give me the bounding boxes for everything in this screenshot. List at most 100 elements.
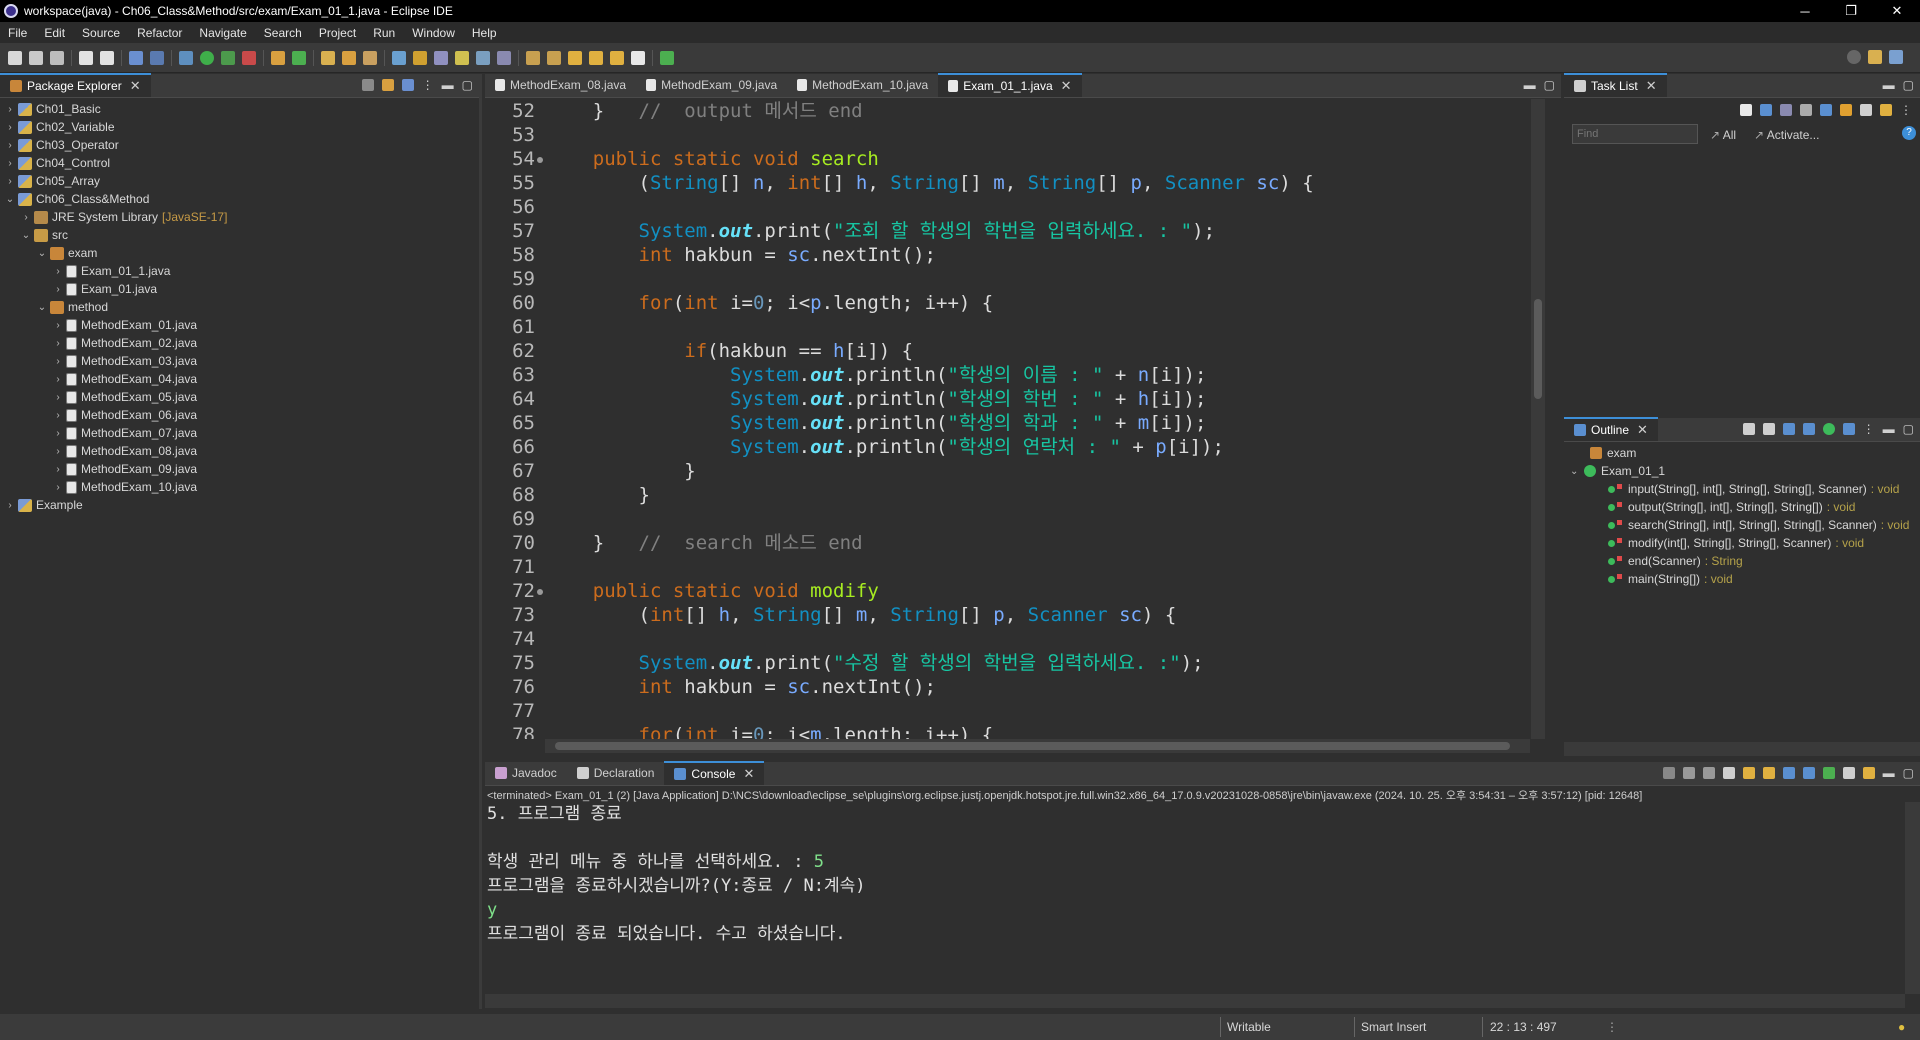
outline-method-node[interactable]: search(String[], int[], String[], String… — [1564, 516, 1920, 534]
code-line[interactable]: 54 public static void search — [485, 147, 1525, 171]
outline-method-node[interactable]: end(Scanner): String — [1564, 552, 1920, 570]
menu-item-edit[interactable]: Edit — [44, 26, 65, 40]
chevron-right-icon[interactable]: › — [52, 464, 64, 475]
code-line[interactable]: 56 — [485, 195, 1525, 219]
code-line[interactable]: 55 (String[] n, int[] h, String[] m, Str… — [485, 171, 1525, 195]
next-annotation-icon[interactable] — [526, 50, 540, 65]
display-console-icon[interactable] — [1842, 767, 1855, 779]
close-icon[interactable]: ✕ — [1061, 78, 1072, 94]
show-on-stderr-icon[interactable] — [1802, 767, 1815, 779]
editor-tab[interactable]: MethodExam_09.java — [636, 73, 787, 97]
hide-nonpublic-icon[interactable] — [1822, 423, 1835, 435]
console-tab[interactable]: Console ✕ — [664, 761, 765, 785]
scroll-lock-icon[interactable] — [1742, 767, 1755, 779]
code-area[interactable]: 52 } // output 메서드 end 53 54 public static… — [485, 99, 1531, 739]
remove-all-icon[interactable] — [1702, 767, 1715, 779]
code-line[interactable]: 69 — [485, 507, 1525, 531]
tree-node[interactable]: ⌄ src — [0, 226, 479, 244]
editor-vertical-scrollbar[interactable] — [1531, 99, 1545, 739]
filter-icon[interactable] — [401, 79, 414, 91]
console-vertical-scrollbar[interactable] — [1905, 802, 1920, 994]
minimize-view-icon[interactable]: ▬ — [1883, 79, 1895, 91]
code-line[interactable]: 77 — [485, 699, 1525, 723]
code-line[interactable]: 74 — [485, 627, 1525, 651]
tree-node[interactable]: › Ch01_Basic — [0, 100, 479, 118]
view-menu-icon[interactable]: ⋮ — [1863, 423, 1875, 435]
code-line[interactable]: 75 System.out.print("수정 할 학생의 학번을 입력하세요.… — [485, 651, 1525, 675]
java-perspective-icon[interactable] — [1889, 50, 1903, 64]
close-window-button[interactable]: ✕ — [1874, 0, 1920, 22]
chevron-right-icon[interactable]: › — [52, 284, 64, 295]
code-line[interactable]: 71 — [485, 555, 1525, 579]
chevron-right-icon[interactable]: › — [52, 410, 64, 421]
code-line[interactable]: 52 } // output 메서드 end — [485, 99, 1525, 123]
view-menu-icon[interactable]: ⋮ — [422, 79, 434, 91]
outline-method-node[interactable]: input(String[], int[], String[], String[… — [1564, 480, 1920, 498]
code-line[interactable]: 57 System.out.print("조회 할 학생의 학번을 입력하세요.… — [485, 219, 1525, 243]
highlight-icon[interactable] — [413, 50, 427, 65]
menu-item-search[interactable]: Search — [264, 26, 302, 40]
code-line[interactable]: 73 (int[] h, String[] m, String[] p, Sca… — [485, 603, 1525, 627]
console-tab[interactable]: Declaration — [567, 761, 665, 785]
tree-node[interactable]: › MethodExam_10.java — [0, 478, 479, 496]
sort-icon[interactable] — [1840, 104, 1852, 116]
scrollbar-thumb[interactable] — [555, 742, 1510, 750]
terminal-icon[interactable] — [129, 50, 143, 65]
console-output[interactable]: 5. 프로그램 종료 학생 관리 메뉴 중 하나를 선택하세요. : 5 프로그램을… — [485, 802, 1905, 994]
tree-node[interactable]: › Ch02_Variable — [0, 118, 479, 136]
pin-console-icon[interactable] — [1822, 767, 1835, 779]
code-line[interactable]: 61 — [485, 315, 1525, 339]
last-edit-icon[interactable] — [568, 50, 582, 65]
editor-tab[interactable]: MethodExam_08.java — [485, 73, 636, 97]
close-icon[interactable]: ✕ — [743, 766, 754, 782]
undo-icon[interactable] — [79, 50, 93, 65]
maximize-view-icon[interactable]: ▢ — [1903, 79, 1914, 91]
menu-item-help[interactable]: Help — [472, 26, 497, 40]
menu-item-source[interactable]: Source — [82, 26, 120, 40]
block-selection-icon[interactable] — [455, 50, 469, 65]
minimize-view-icon[interactable]: ▬ — [1883, 767, 1895, 779]
outline-horizontal-scrollbar[interactable] — [1564, 742, 1920, 756]
close-icon[interactable]: ✕ — [1637, 422, 1648, 438]
run-icon[interactable] — [200, 50, 214, 65]
fold-marker-icon[interactable] — [537, 589, 543, 595]
new-icon[interactable] — [8, 50, 22, 65]
tree-node[interactable]: › Exam_01_1.java — [0, 262, 479, 280]
chevron-right-icon[interactable]: › — [52, 320, 64, 331]
menu-item-file[interactable]: File — [8, 26, 27, 40]
menu-item-window[interactable]: Window — [412, 26, 455, 40]
close-icon[interactable]: ✕ — [1646, 78, 1657, 94]
hide-completed-icon[interactable] — [1820, 104, 1832, 116]
hide-local-types-icon[interactable] — [1842, 423, 1855, 435]
console-horizontal-scrollbar[interactable] — [485, 994, 1905, 1008]
tree-node[interactable]: › MethodExam_04.java — [0, 370, 479, 388]
fold-marker-icon[interactable] — [537, 157, 543, 163]
tab-outline[interactable]: Outline ✕ — [1564, 417, 1658, 441]
prev-annotation-icon[interactable] — [547, 50, 561, 65]
scheduled-icon[interactable] — [1780, 104, 1792, 116]
show-whitespace-icon[interactable] — [476, 50, 490, 65]
editor-tab[interactable]: MethodExam_10.java — [787, 73, 938, 97]
code-line[interactable]: 67 } — [485, 459, 1525, 483]
minimize-view-icon[interactable]: ▬ — [1883, 423, 1895, 435]
maximize-view-icon[interactable]: ▢ — [1903, 423, 1914, 435]
tree-node[interactable]: › MethodExam_05.java — [0, 388, 479, 406]
minimize-view-icon[interactable]: ▬ — [442, 79, 454, 91]
coverage-icon[interactable] — [221, 50, 235, 65]
sort-icon[interactable] — [1762, 423, 1775, 435]
chevron-right-icon[interactable]: › — [4, 104, 16, 115]
lightbulb-icon[interactable]: ● — [1898, 1020, 1905, 1034]
outline-method-node[interactable]: modify(int[], String[], String[], Scanne… — [1564, 534, 1920, 552]
code-line[interactable]: 59 — [485, 267, 1525, 291]
toggle-mark-occurrences-icon[interactable] — [392, 50, 406, 65]
tree-node[interactable]: ⌄ exam — [0, 244, 479, 262]
chevron-right-icon[interactable]: › — [52, 446, 64, 457]
tree-node[interactable]: › Exam_01.java — [0, 280, 479, 298]
maximize-view-icon[interactable]: ▢ — [1903, 767, 1914, 779]
chevron-right-icon[interactable]: › — [52, 356, 64, 367]
hide-fields-icon[interactable] — [1782, 423, 1795, 435]
chevron-right-icon[interactable]: › — [4, 158, 16, 169]
link-with-editor-icon[interactable] — [381, 79, 394, 91]
all-filter-link[interactable]: ↗ All — [1710, 128, 1736, 142]
editor-tab[interactable]: Exam_01_1.java ✕ — [938, 73, 1082, 97]
